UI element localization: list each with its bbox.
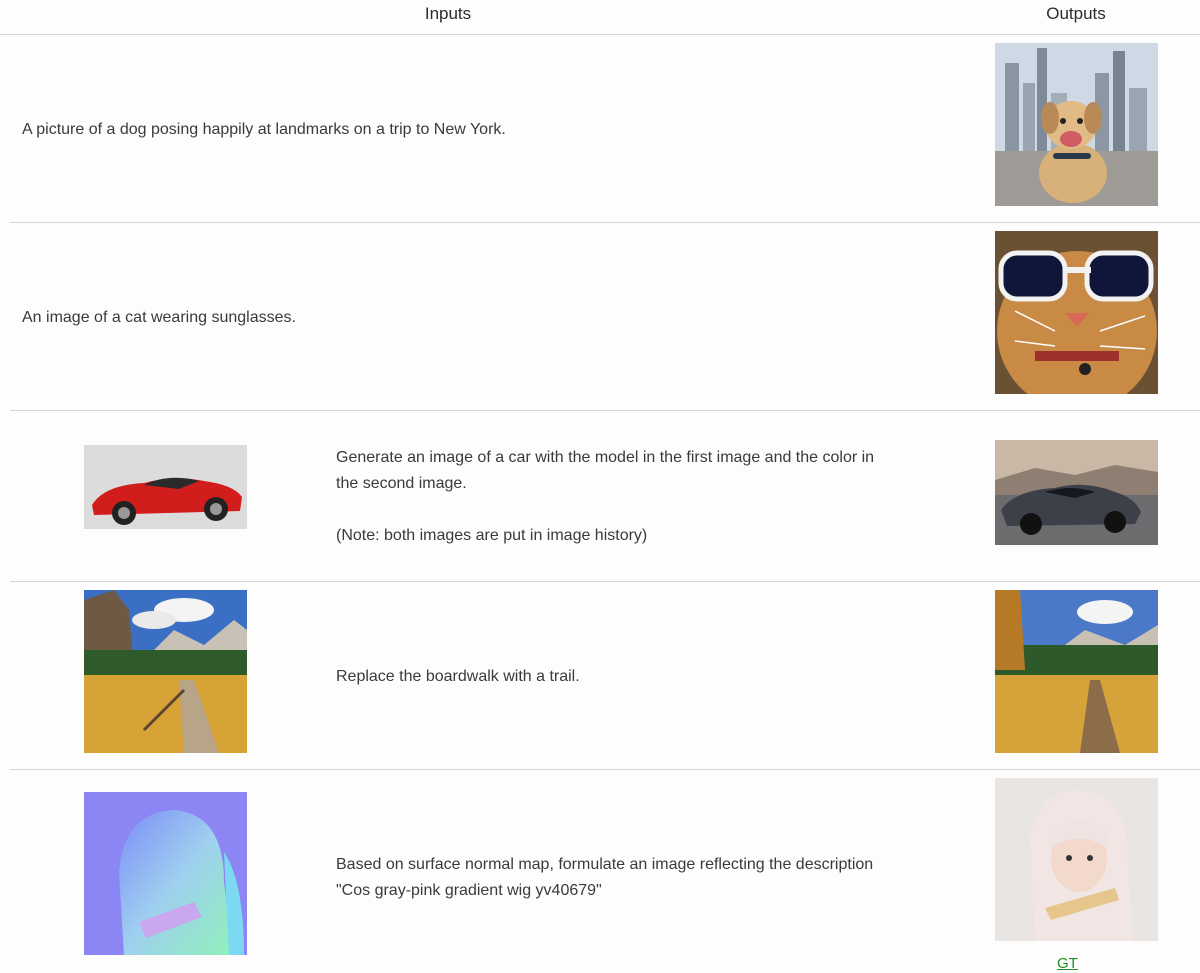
table-row: Replace the boardwalk with a trail. (10, 582, 1200, 770)
prompt-text: An image of a cat wearing sunglasses. (22, 309, 296, 326)
boardwalk-meadow-image (84, 590, 247, 753)
prompt-note: (Note: both images are put in image hist… (336, 527, 648, 544)
table-row: An image of a cat wearing sunglasses. (10, 223, 1200, 411)
table-header: Inputs Outputs (0, 0, 1200, 35)
prompt-text: Based on surface normal map, formulate a… (336, 856, 874, 899)
trail-meadow-image (995, 590, 1158, 753)
table-row: Generate an image of a car with the mode… (10, 411, 1200, 582)
red-sports-car-image (84, 445, 247, 529)
prompt-text-block: Generate an image of a car with the mode… (336, 445, 896, 549)
dog-new-york-image (995, 43, 1158, 206)
cat-sunglasses-image (995, 231, 1158, 394)
prompt-text: Replace the boardwalk with a trail. (336, 668, 580, 685)
prompt-text: Generate an image of a car with the mode… (336, 449, 875, 492)
table-row: Based on surface normal map, formulate a… (10, 770, 1200, 973)
pink-wig-portrait-image (995, 778, 1158, 941)
surface-normal-map-image (84, 792, 247, 955)
prompt-text: A picture of a dog posing happily at lan… (22, 121, 506, 138)
inputs-column-title: Inputs (424, 4, 472, 23)
table-row: A picture of a dog posing happily at lan… (10, 35, 1200, 223)
grey-sports-car-image (995, 440, 1158, 545)
gt-link[interactable]: GT (1057, 955, 1078, 972)
outputs-column-title: Outputs (1046, 4, 1106, 23)
